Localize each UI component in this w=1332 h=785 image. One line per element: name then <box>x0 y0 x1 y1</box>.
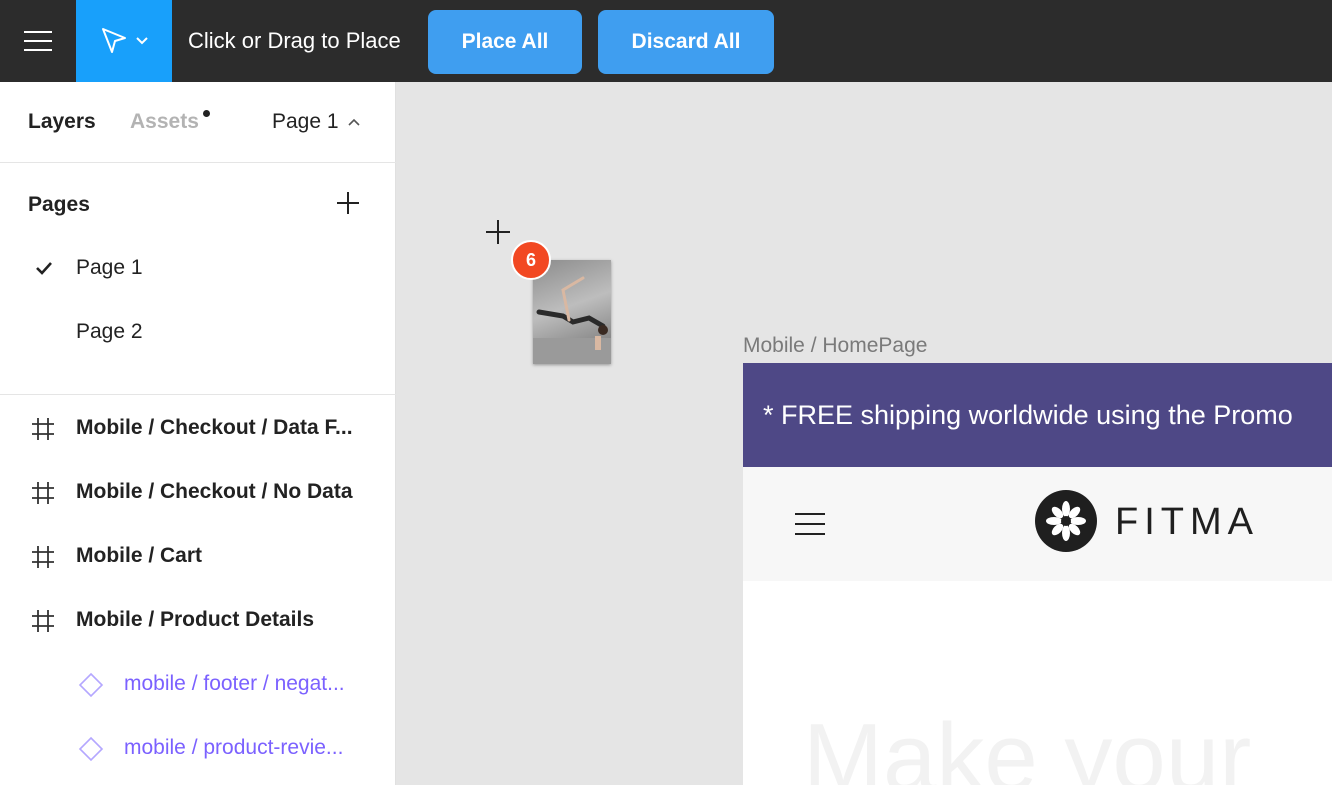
frame-icon <box>32 418 54 440</box>
place-all-button[interactable]: Place All <box>428 10 582 74</box>
frame-icon <box>32 482 54 504</box>
layer-label: mobile / product-revie... <box>124 736 344 759</box>
component-instance-icon <box>78 672 104 698</box>
crosshair-cursor-icon <box>486 220 510 244</box>
hamburger-icon <box>795 513 825 535</box>
layer-item-component[interactable]: mobile / product-revie... <box>0 720 396 776</box>
discard-all-button[interactable]: Discard All <box>598 10 774 74</box>
layer-label: Mobile / Checkout / No Data <box>76 480 353 503</box>
flower-logo-icon <box>1035 490 1097 552</box>
checkmark-icon <box>36 262 52 275</box>
assets-notification-dot <box>203 110 210 117</box>
frame-icon <box>32 546 54 568</box>
homepage-frame[interactable]: * FREE shipping worldwide using the Prom… <box>743 363 1332 785</box>
page-switcher[interactable]: Page 1 <box>272 110 361 134</box>
layer-item[interactable]: Mobile / Checkout / Data F... <box>0 400 396 456</box>
frame-icon <box>32 610 54 632</box>
left-sidebar: Layers Assets Page 1 Pages Page 1 Page 2 <box>0 82 396 785</box>
component-instance-icon <box>78 736 104 762</box>
hamburger-icon <box>24 31 52 51</box>
page-item-page-2[interactable]: Page 2 <box>0 304 396 360</box>
move-pointer-icon <box>102 28 126 53</box>
main-menu-button[interactable] <box>0 0 76 82</box>
top-toolbar: Click or Drag to Place Place All Discard… <box>0 0 1332 82</box>
tab-assets[interactable]: Assets <box>130 110 199 134</box>
page-label: Page 2 <box>76 320 143 343</box>
promo-banner: * FREE shipping worldwide using the Prom… <box>743 363 1332 467</box>
site-navbar: FITMA <box>743 467 1332 581</box>
page-label: Page 1 <box>76 256 143 279</box>
yoga-photo-thumbnail <box>533 276 611 364</box>
chevron-up-icon <box>347 118 360 126</box>
layer-label: Mobile / Cart <box>76 544 203 567</box>
layer-label: Mobile / Product Details <box>76 608 315 631</box>
sidebar-header: Layers Assets Page 1 <box>0 82 396 163</box>
chevron-down-icon <box>136 37 148 45</box>
layer-item[interactable]: Mobile / Cart <box>0 528 396 584</box>
place-count-badge: 6 <box>511 240 551 280</box>
frame-name-label[interactable]: Mobile / HomePage <box>743 334 927 358</box>
page-item-page-1[interactable]: Page 1 <box>0 240 396 296</box>
pages-section: Pages Page 1 Page 2 <box>0 163 396 395</box>
layer-item[interactable]: Mobile / Product Details <box>0 592 396 648</box>
layer-label: Mobile / Checkout / Data F... <box>76 416 353 439</box>
pages-title: Pages <box>28 193 90 216</box>
layer-item[interactable]: Mobile / Checkout / No Data <box>0 464 396 520</box>
current-page-label: Page 1 <box>272 110 339 133</box>
place-hint-text: Click or Drag to Place <box>188 28 401 53</box>
layer-item-component[interactable]: mobile / footer / negat... <box>0 656 396 712</box>
move-tool-button[interactable] <box>76 0 172 82</box>
brand-logo-text: FITMA <box>1115 501 1259 543</box>
image-placement-preview[interactable] <box>533 260 611 364</box>
layer-label: mobile / footer / negat... <box>124 672 345 695</box>
add-page-icon[interactable] <box>334 189 362 217</box>
tab-layers[interactable]: Layers <box>28 110 96 134</box>
hero-heading: Make your <box>803 704 1252 785</box>
